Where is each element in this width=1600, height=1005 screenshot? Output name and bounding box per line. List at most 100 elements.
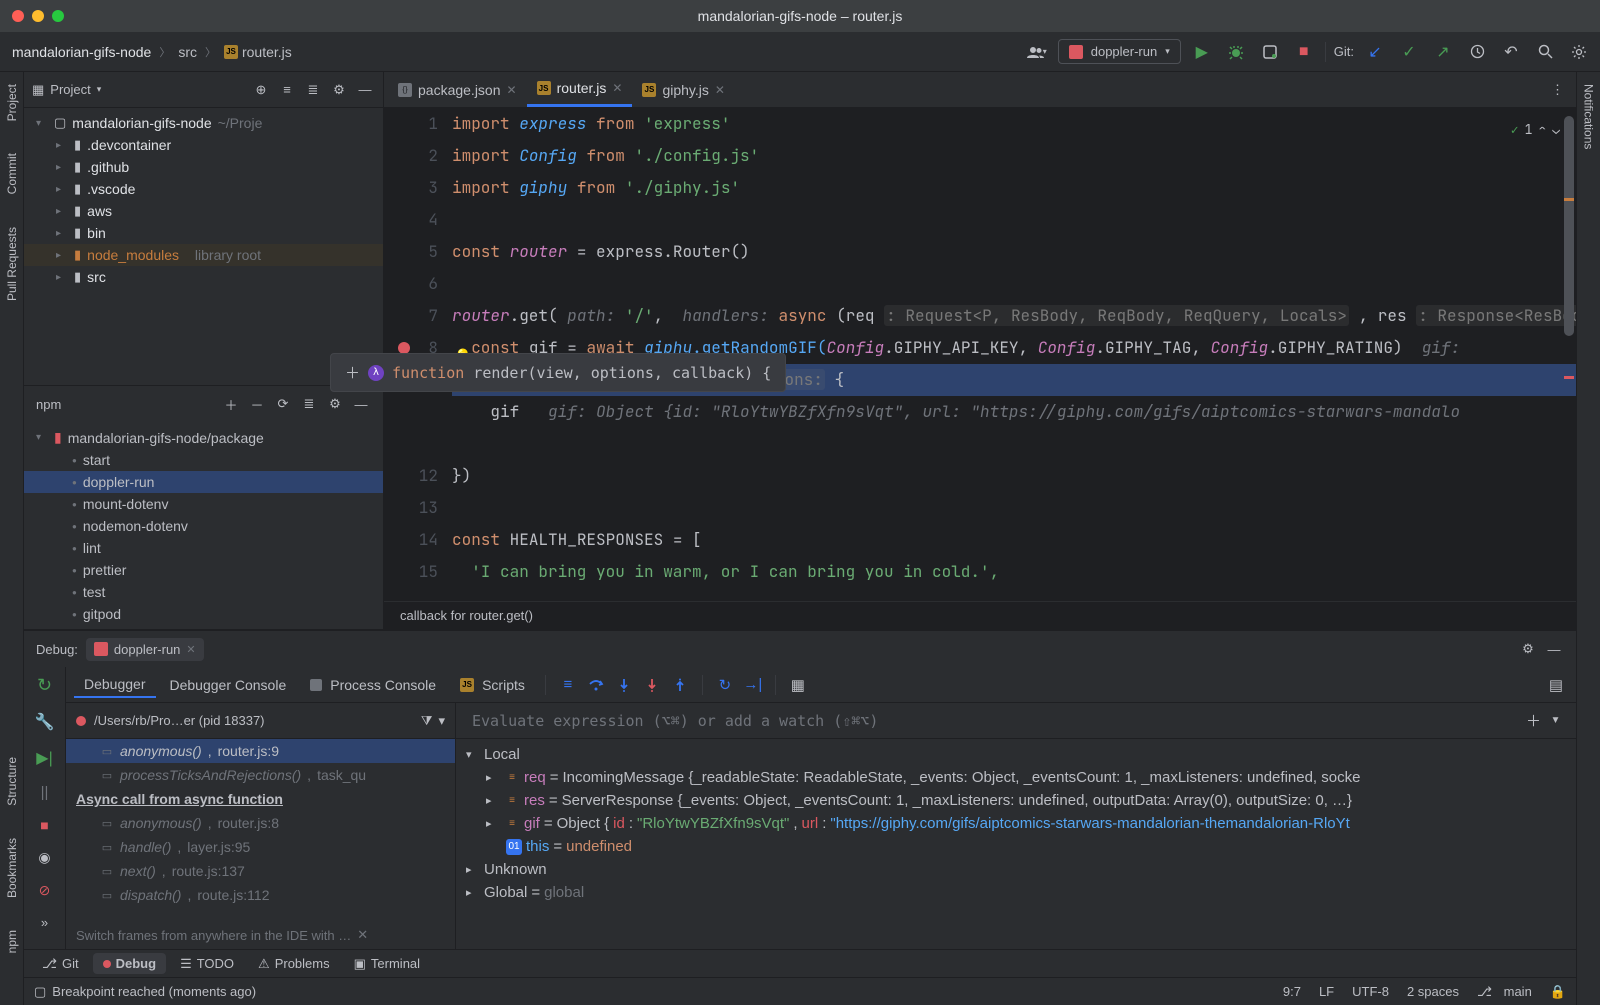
var-gif[interactable]: ▸≡gif = Object {id: "RloYtwYBZfXfn9sVqt"…: [456, 812, 1576, 835]
chevron-down-icon[interactable]: ⌄: [1552, 114, 1560, 146]
search-everywhere-icon[interactable]: [1532, 39, 1558, 65]
filter-icon[interactable]: ⧩: [421, 713, 433, 729]
resume-icon[interactable]: ▶|: [36, 748, 52, 768]
debug-button[interactable]: [1223, 39, 1249, 65]
locate-icon[interactable]: ⊕: [251, 80, 271, 100]
tree-folder[interactable]: ▸▮aws: [24, 200, 383, 222]
npm-script-mount-dotenv[interactable]: ●mount-dotenv: [24, 493, 383, 515]
npm-script-doppler-run[interactable]: ●doppler-run: [24, 471, 383, 493]
tree-folder[interactable]: ▸▮bin: [24, 222, 383, 244]
add-icon[interactable]: ＋: [345, 362, 360, 383]
remove-icon[interactable]: －: [247, 394, 267, 414]
vcs-rollback-icon[interactable]: ↶: [1498, 39, 1524, 65]
stop-button[interactable]: ■: [1291, 39, 1317, 65]
var-scope-unknown[interactable]: ▸Unknown: [456, 858, 1576, 881]
tool-pull-requests[interactable]: Pull Requests: [3, 223, 21, 305]
maximize-window-icon[interactable]: [52, 10, 64, 22]
btool-terminal[interactable]: ▣Terminal: [344, 953, 430, 975]
npm-tree[interactable]: ▾ ▮ mandalorian-gifs-node/package ●start…: [24, 422, 383, 629]
frame-row[interactable]: ▭handle(), layer.js:95: [66, 835, 455, 859]
tree-folder[interactable]: ▸▮src: [24, 266, 383, 288]
tab-close-icon[interactable]: ✕: [612, 81, 622, 95]
dbg-tab-scripts[interactable]: JSScripts: [450, 673, 535, 697]
tool-project[interactable]: Project: [3, 80, 21, 125]
npm-hide-icon[interactable]: —: [351, 394, 371, 414]
caret-position[interactable]: 9:7: [1283, 984, 1301, 999]
git-branch[interactable]: ⎇ main: [1477, 984, 1532, 1000]
view-breakpoints-icon[interactable]: ◉: [38, 849, 50, 866]
frames-list[interactable]: ▭anonymous(), router.js:9 ▭processTicksA…: [66, 739, 455, 921]
drop-frame-icon[interactable]: ↻: [713, 673, 737, 697]
debug-settings-icon[interactable]: ⚙: [1518, 639, 1538, 659]
close-window-icon[interactable]: [12, 10, 24, 22]
frame-row[interactable]: ▭anonymous(), router.js:8: [66, 811, 455, 835]
add-watch-icon[interactable]: ＋: [1526, 710, 1541, 731]
pause-icon[interactable]: ||: [41, 784, 49, 801]
tree-folder[interactable]: ▸▮.github: [24, 156, 383, 178]
tree-folder-node-modules[interactable]: ▸▮node_modules library root: [24, 244, 383, 266]
btool-debug[interactable]: Debug: [93, 953, 166, 974]
vcs-commit-icon[interactable]: ✓: [1396, 39, 1422, 65]
npm-script-prettier[interactable]: ●prettier: [24, 559, 383, 581]
var-req[interactable]: ▸≡req = IncomingMessage {_readableState:…: [456, 766, 1576, 789]
tab-giphy-js[interactable]: JS giphy.js ✕: [632, 72, 735, 107]
close-icon[interactable]: ✕: [186, 643, 195, 656]
more-icon[interactable]: »: [41, 915, 48, 930]
rerun-icon[interactable]: ↻: [37, 675, 52, 696]
close-icon[interactable]: ✕: [357, 927, 368, 943]
tool-structure[interactable]: Structure: [3, 753, 21, 810]
breadcrumb-root[interactable]: mandalorian-gifs-node: [8, 42, 155, 62]
tab-router-js[interactable]: JS router.js ✕: [527, 72, 633, 107]
file-encoding[interactable]: UTF-8: [1352, 984, 1389, 999]
vcs-push-icon[interactable]: ↗: [1430, 39, 1456, 65]
npm-script-start[interactable]: ●start: [24, 449, 383, 471]
tree-root[interactable]: ▾ ▢ mandalorian-gifs-node ~/Proje: [24, 112, 383, 134]
run-coverage-button[interactable]: [1257, 39, 1283, 65]
btool-problems[interactable]: ⚠Problems: [248, 953, 340, 975]
step-over-icon[interactable]: [584, 673, 608, 697]
npm-script-gitpod[interactable]: ●gitpod: [24, 603, 383, 625]
btool-git[interactable]: ⎇Git: [32, 953, 89, 975]
panel-settings-icon[interactable]: ⚙: [329, 80, 349, 100]
breadcrumb-item[interactable]: src: [174, 42, 201, 62]
frame-row[interactable]: ▭anonymous(), router.js:9: [66, 739, 455, 763]
var-res[interactable]: ▸≡res = ServerResponse {_events: Object,…: [456, 789, 1576, 812]
tree-folder[interactable]: ▸▮.devcontainer: [24, 134, 383, 156]
debug-run-tab[interactable]: doppler-run ✕: [86, 638, 204, 661]
dbg-tab-debugger-console[interactable]: Debugger Console: [160, 673, 297, 697]
dbg-tab-debugger[interactable]: Debugger: [74, 672, 156, 698]
layout-settings-icon[interactable]: ▤: [1544, 673, 1568, 697]
tab-package-json[interactable]: {} package.json ✕: [388, 72, 527, 107]
thread-selector[interactable]: /Users/rb/Pro…er (pid 18337) ⧩ ▾: [66, 703, 455, 739]
editor-breadcrumb-footer[interactable]: callback for router.get(): [384, 601, 1576, 629]
var-this[interactable]: 01 this = undefined: [456, 835, 1576, 858]
dbg-tab-process-console[interactable]: Process Console: [300, 673, 446, 697]
chevron-down-icon[interactable]: ▾: [438, 713, 445, 729]
btool-todo[interactable]: ☰TODO: [170, 953, 244, 975]
evaluate-expression-icon[interactable]: ▦: [786, 673, 810, 697]
code-with-me-icon[interactable]: ▾: [1024, 39, 1050, 65]
frame-row[interactable]: ▭processTicksAndRejections(), task_qu: [66, 763, 455, 787]
debug-hide-icon[interactable]: —: [1544, 639, 1564, 659]
npm-package-row[interactable]: ▾ ▮ mandalorian-gifs-node/package: [24, 426, 383, 449]
tool-notifications[interactable]: Notifications: [1580, 80, 1598, 153]
line-separator[interactable]: LF: [1319, 984, 1334, 999]
lock-icon[interactable]: 🔒: [1550, 984, 1566, 1000]
tree-folder[interactable]: ▸▮.vscode: [24, 178, 383, 200]
project-panel-title[interactable]: ▦ Project ▾: [32, 82, 101, 98]
run-config-selector[interactable]: doppler-run ▾: [1058, 39, 1181, 64]
chevron-up-icon[interactable]: ⌃: [1538, 114, 1546, 146]
inspection-badge[interactable]: ✓ 1 ⌃ ⌄: [1511, 114, 1560, 146]
frame-row[interactable]: ▭next(), route.js:137: [66, 859, 455, 883]
run-to-cursor-icon[interactable]: →|: [741, 673, 765, 697]
breadcrumb-item[interactable]: JS router.js: [220, 42, 296, 62]
step-into-icon[interactable]: [612, 673, 636, 697]
minimize-window-icon[interactable]: [32, 10, 44, 22]
refresh-icon[interactable]: ⟳: [273, 394, 293, 414]
var-scope-local[interactable]: ▾Local: [456, 743, 1576, 766]
tab-close-icon[interactable]: ✕: [715, 83, 725, 97]
modify-run-config-icon[interactable]: 🔧: [35, 712, 55, 732]
mute-breakpoints-icon[interactable]: ⊘: [39, 882, 51, 899]
show-exec-point-icon[interactable]: ≡: [556, 673, 580, 697]
npm-script-nodemon-dotenv[interactable]: ●nodemon-dotenv: [24, 515, 383, 537]
